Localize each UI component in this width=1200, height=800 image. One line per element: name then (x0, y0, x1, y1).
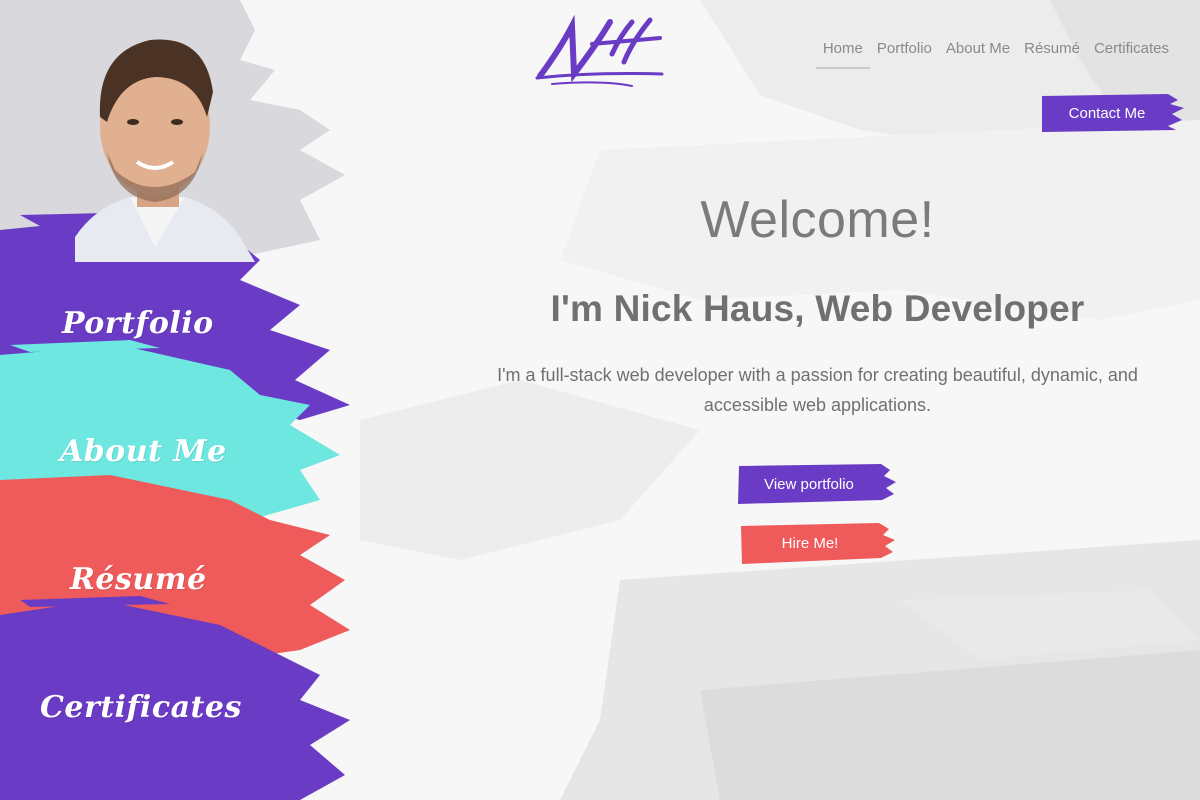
welcome-heading: Welcome! (700, 191, 935, 249)
nav-about-me[interactable]: About Me (939, 40, 1017, 69)
sidebar-item-resume[interactable]: Résumé (70, 562, 207, 597)
nav-resume[interactable]: Résumé (1017, 40, 1087, 69)
hire-me-label: Hire Me! (781, 534, 839, 552)
sidebar-item-about-me[interactable]: About Me (60, 434, 227, 469)
nav-certificates[interactable]: Certificates (1087, 40, 1176, 69)
sidebar-item-certificates[interactable]: Certificates (40, 690, 242, 725)
hero-section: Welcome! I'm Nick Haus, Web Developer I'… (460, 190, 1175, 420)
nav-home[interactable]: Home (815, 40, 870, 69)
top-nav: Home Portfolio About Me Résumé Certifica… (815, 40, 1176, 69)
contact-me-button[interactable]: Contact Me (1038, 92, 1184, 134)
view-portfolio-label: View portfolio (764, 475, 854, 493)
hire-me-button[interactable]: Hire Me! (739, 521, 897, 565)
sidebar-nav: Portfolio About Me Résumé Certificates (0, 0, 360, 800)
contact-me-label: Contact Me (1068, 104, 1146, 122)
sidebar-item-portfolio[interactable]: Portfolio (62, 306, 214, 341)
nav-portfolio[interactable]: Portfolio (870, 40, 939, 69)
intro-tagline: I'm a full-stack web developer with a pa… (497, 365, 1138, 415)
intro-headline: I'm Nick Haus, Web Developer (550, 288, 1085, 329)
avatar (75, 39, 255, 262)
nh-logo[interactable] (532, 14, 667, 94)
view-portfolio-button[interactable]: View portfolio (736, 462, 898, 506)
